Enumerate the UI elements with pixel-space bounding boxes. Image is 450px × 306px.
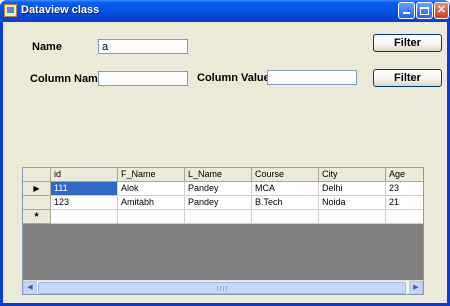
name-input[interactable] bbox=[98, 39, 188, 54]
grid-cell-f-name[interactable]: Alok bbox=[118, 182, 185, 196]
new-row-cell[interactable] bbox=[386, 210, 423, 224]
app-icon[interactable] bbox=[4, 4, 17, 17]
scroll-right-icon: ▶ bbox=[413, 284, 419, 291]
column-header-age[interactable]: Age bbox=[386, 168, 423, 182]
column-header-l-name[interactable]: L_Name bbox=[185, 168, 252, 182]
grid-cell-age[interactable]: 21 bbox=[386, 196, 423, 210]
grid-cell-id[interactable]: 111 bbox=[51, 182, 118, 196]
grid-corner[interactable] bbox=[23, 168, 51, 182]
column-value-label: Column Value bbox=[197, 72, 270, 84]
minimize-icon bbox=[403, 12, 410, 14]
app-window: Dataview class ✕ Name Filter Column Name… bbox=[0, 0, 450, 306]
scroll-right-button[interactable]: ▶ bbox=[409, 281, 423, 294]
filter-button-column[interactable]: Filter bbox=[373, 69, 442, 87]
new-row-cell[interactable] bbox=[118, 210, 185, 224]
column-header-course[interactable]: Course bbox=[252, 168, 319, 182]
new-row-cell[interactable] bbox=[51, 210, 118, 224]
new-row-cell[interactable] bbox=[319, 210, 386, 224]
row-header[interactable]: ▶ bbox=[23, 182, 51, 196]
grid-cell-course[interactable]: B.Tech bbox=[252, 196, 319, 210]
new-row-cell[interactable] bbox=[252, 210, 319, 224]
new-row-cell[interactable] bbox=[185, 210, 252, 224]
minimize-button[interactable] bbox=[398, 2, 415, 19]
grid-cell-age[interactable]: 23 bbox=[386, 182, 423, 196]
maximize-icon bbox=[420, 7, 429, 15]
scroll-left-button[interactable]: ◀ bbox=[23, 281, 37, 294]
current-row-icon: ▶ bbox=[33, 184, 40, 193]
column-header-f-name[interactable]: F_Name bbox=[118, 168, 185, 182]
column-header-city[interactable]: City bbox=[319, 168, 386, 182]
horizontal-scrollbar[interactable]: ◀ ▶ bbox=[23, 280, 423, 294]
grid-cell-f-name[interactable]: Amitabh bbox=[118, 196, 185, 210]
column-name-input[interactable] bbox=[98, 71, 188, 86]
title-bar[interactable]: Dataview class ✕ bbox=[0, 0, 450, 22]
maximize-button[interactable] bbox=[416, 2, 433, 19]
scroll-left-icon: ◀ bbox=[27, 284, 33, 291]
row-header[interactable] bbox=[23, 196, 51, 210]
grid-cell-course[interactable]: MCA bbox=[252, 182, 319, 196]
scroll-thumb[interactable] bbox=[38, 282, 406, 294]
column-name-label: Column Name bbox=[30, 73, 104, 85]
grid-cell-l-name[interactable]: Pandey bbox=[185, 196, 252, 210]
grid-cell-l-name[interactable]: Pandey bbox=[185, 182, 252, 196]
data-grid[interactable]: id F_Name L_Name Course City Age ▶ 111 A… bbox=[22, 167, 424, 295]
column-value-input[interactable] bbox=[267, 70, 357, 85]
close-icon: ✕ bbox=[436, 4, 447, 16]
column-header-id[interactable]: id bbox=[51, 168, 118, 182]
grid-cell-city[interactable]: Noida bbox=[319, 196, 386, 210]
grid-cell-id[interactable]: 123 bbox=[51, 196, 118, 210]
filter-button-name[interactable]: Filter bbox=[373, 34, 442, 52]
close-button[interactable]: ✕ bbox=[434, 2, 449, 19]
window-title: Dataview class bbox=[21, 4, 100, 16]
scroll-grip-icon bbox=[217, 286, 227, 291]
name-label: Name bbox=[32, 41, 62, 53]
new-row-header[interactable]: * bbox=[23, 210, 51, 224]
new-row-icon: * bbox=[34, 211, 39, 223]
form-client-area: Name Filter Column Name Column Value Fil… bbox=[3, 22, 447, 303]
grid-cell-city[interactable]: Delhi bbox=[319, 182, 386, 196]
